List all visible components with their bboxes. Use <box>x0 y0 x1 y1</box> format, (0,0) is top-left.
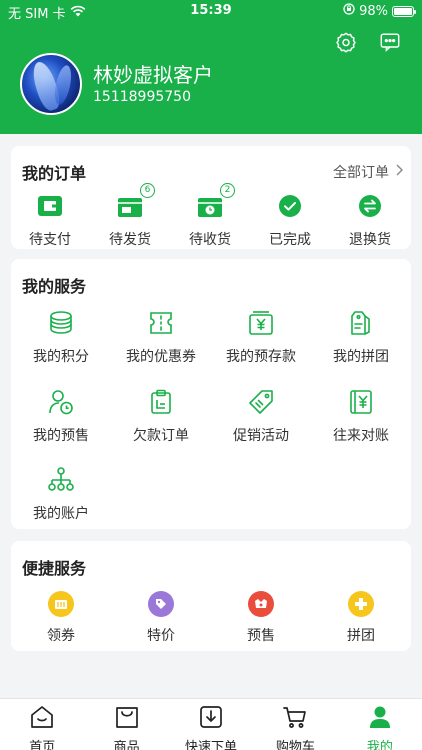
wallet-yen-icon <box>246 308 276 338</box>
orders-title: 我的订单 <box>22 164 87 183</box>
service-label: 我的优惠券 <box>126 349 196 365</box>
exchange-icon <box>355 191 385 221</box>
home-icon <box>0 704 84 734</box>
service-label: 我的拼团 <box>333 349 389 365</box>
tab-bar: 首页 商品 快速下单 购物车 我的 <box>0 698 422 750</box>
profile-name: 林妙虚拟客户 <box>93 63 213 87</box>
all-orders-label: 全部订单 <box>333 165 389 181</box>
service-promotions[interactable]: 促销活动 <box>211 387 311 445</box>
tab-label: 我的 <box>366 740 393 750</box>
order-label: 已完成 <box>269 232 311 248</box>
order-to-receive[interactable]: 2 待收货 <box>170 183 250 249</box>
order-label: 待发货 <box>109 232 151 248</box>
order-label: 退换货 <box>349 232 391 248</box>
status-bar: 无 SIM 卡 15:39 98% <box>0 0 422 24</box>
tab-label: 商品 <box>113 740 140 750</box>
tab-cart[interactable]: 购物车 <box>253 699 337 750</box>
order-badge: 6 <box>140 183 155 198</box>
tag-group-icon <box>346 308 376 338</box>
avatar[interactable] <box>20 53 82 115</box>
tab-mine[interactable]: 我的 <box>338 699 422 750</box>
tab-label: 首页 <box>29 740 56 750</box>
check-circle-icon <box>275 191 305 221</box>
service-label: 我的预售 <box>33 428 89 444</box>
ledger-yen-icon <box>346 387 376 417</box>
hierarchy-icon <box>46 465 76 495</box>
cart-icon <box>253 704 337 734</box>
orientation-lock-icon <box>343 3 355 19</box>
settings-gear-icon[interactable] <box>334 30 358 54</box>
service-reconciliation[interactable]: 往来对账 <box>311 387 411 445</box>
services-card: 我的服务 我的积分 我的优惠券 我的预存款 我的拼团 我的预售 欠款订单 促销活… <box>11 259 411 529</box>
service-label: 我的积分 <box>33 349 89 365</box>
voucher-icon <box>48 591 74 617</box>
header: 无 SIM 卡 15:39 98% 林妙虚拟客户 15118995750 <box>0 0 422 134</box>
quick-order-icon <box>169 704 253 734</box>
quick-special-price[interactable]: 特价 <box>111 591 211 645</box>
services-title: 我的服务 <box>22 277 87 296</box>
service-points[interactable]: 我的积分 <box>11 308 111 366</box>
service-label: 我的账户 <box>33 506 89 522</box>
service-presale[interactable]: 我的预售 <box>11 387 111 445</box>
service-group-buy[interactable]: 我的拼团 <box>311 308 411 366</box>
order-pending-payment[interactable]: 待支付 <box>10 191 90 249</box>
box-icon: 6 <box>115 183 155 221</box>
person-icon <box>338 704 422 734</box>
quick-title: 便捷服务 <box>22 559 87 578</box>
all-orders-link[interactable]: 全部订单 <box>333 162 403 182</box>
special-price-icon <box>148 591 174 617</box>
group-buy-icon <box>348 591 374 617</box>
orders-card: 我的订单 全部订单 待支付 6 待发货 2 待收货 已完成 退换货 <box>11 146 411 249</box>
quick-label: 预售 <box>247 628 275 644</box>
bag-icon <box>84 704 168 734</box>
tab-products[interactable]: 商品 <box>84 699 168 750</box>
presale-icon <box>248 591 274 617</box>
wallet-icon <box>35 191 65 221</box>
user-clock-icon <box>46 387 76 417</box>
service-label: 我的预存款 <box>226 349 296 365</box>
quick-label: 领券 <box>47 628 75 644</box>
coupon-icon <box>146 308 176 338</box>
service-label: 往来对账 <box>333 428 389 444</box>
quick-group-buy[interactable]: 拼团 <box>311 591 411 645</box>
tab-label: 快速下单 <box>185 740 238 750</box>
order-badge: 2 <box>220 183 235 198</box>
service-coupons[interactable]: 我的优惠券 <box>111 308 211 366</box>
truck-icon: 2 <box>195 183 235 221</box>
order-label: 待支付 <box>29 232 71 248</box>
order-label: 待收货 <box>189 232 231 248</box>
service-label: 欠款订单 <box>133 428 189 444</box>
quick-presale[interactable]: 预售 <box>211 591 311 645</box>
order-to-ship[interactable]: 6 待发货 <box>90 183 170 249</box>
coins-icon <box>46 308 76 338</box>
tab-home[interactable]: 首页 <box>0 699 84 750</box>
battery-percent: 98% <box>359 3 388 19</box>
profile-phone: 15118995750 <box>93 89 191 105</box>
order-completed[interactable]: 已完成 <box>250 191 330 249</box>
quick-services-card: 便捷服务 领券 特价 预售 拼团 <box>11 541 411 651</box>
price-tag-icon <box>246 387 276 417</box>
service-deposit[interactable]: 我的预存款 <box>211 308 311 366</box>
battery-fill <box>394 7 412 15</box>
service-label: 促销活动 <box>233 428 289 444</box>
profile[interactable]: 林妙虚拟客户 15118995750 <box>20 53 213 115</box>
tab-label: 购物车 <box>275 740 315 750</box>
quick-voucher[interactable]: 领券 <box>11 591 111 645</box>
service-account[interactable]: 我的账户 <box>11 465 111 523</box>
clipboard-icon <box>146 387 176 417</box>
quick-label: 特价 <box>147 628 175 644</box>
tab-quick-order[interactable]: 快速下单 <box>169 699 253 750</box>
message-icon[interactable] <box>378 30 402 54</box>
quick-label: 拼团 <box>347 628 375 644</box>
service-debt-orders[interactable]: 欠款订单 <box>111 387 211 445</box>
chevron-right-icon <box>395 164 403 180</box>
order-returns[interactable]: 退换货 <box>330 191 410 249</box>
battery-icon <box>392 5 416 17</box>
